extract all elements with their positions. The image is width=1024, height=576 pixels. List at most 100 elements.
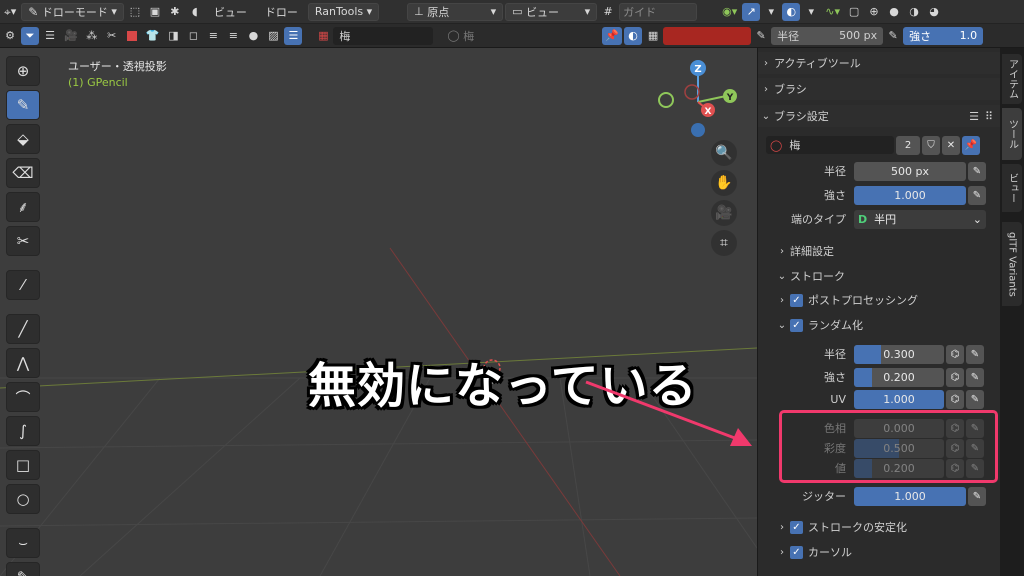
overlay-dropdown[interactable]: ▾ — [802, 3, 820, 21]
gear-icon[interactable]: ⚙ — [1, 27, 19, 45]
select-box-icon[interactable]: ⬚ — [126, 3, 144, 21]
material-field[interactable]: ◯ 梅 — [441, 27, 601, 45]
stabilize-checkbox[interactable]: ✓ — [790, 520, 803, 534]
rand-radius-field[interactable]: 0.300 — [854, 344, 944, 364]
radius-field[interactable]: 500 px — [854, 161, 966, 181]
circle-tool-icon[interactable]: ○ — [6, 484, 40, 514]
camera-icon[interactable]: 🎥 — [61, 27, 81, 45]
editor-type-button[interactable]: ⌖ ▾ — [1, 3, 19, 21]
view-select[interactable]: ▭ ビュー ▾ — [505, 2, 598, 21]
close-icon[interactable]: ✕ — [942, 135, 960, 155]
shirt-icon[interactable]: 👕 — [143, 27, 163, 45]
curve-icon[interactable]: ◖ — [186, 3, 204, 21]
list-icon[interactable]: ☰ — [41, 27, 59, 45]
uv-field[interactable]: 1.000 — [854, 389, 944, 409]
pressure-icon[interactable]: ✎ — [966, 344, 984, 364]
eyedropper-tool-icon[interactable]: ⁄ — [6, 270, 40, 300]
filter-icon[interactable]: ⏷ — [21, 26, 39, 45]
list-icon[interactable]: ☰ — [969, 110, 979, 123]
cutter-tool-icon[interactable]: ✂ — [6, 226, 40, 256]
cursor-tool-icon[interactable]: ⊕ — [6, 56, 40, 86]
color-square-icon[interactable] — [123, 27, 141, 45]
section-randomize[interactable]: ⌄ ✓ ランダム化 — [758, 314, 1000, 336]
camera-view-icon[interactable]: 🎥 — [711, 200, 737, 226]
jitter-field[interactable]: 1.000 — [854, 486, 966, 506]
fill-tool-icon[interactable]: ⬙ — [6, 124, 40, 154]
checker-icon[interactable]: ▦ — [644, 27, 662, 45]
brush-preview-icon[interactable]: ▦ — [314, 27, 332, 45]
hand-pan-icon[interactable]: ✋ — [711, 170, 737, 196]
polyline-tool-icon[interactable]: ⋀ — [6, 348, 40, 378]
curve-icon[interactable]: ⌬ — [946, 367, 964, 387]
scissors-icon[interactable]: ✂ — [103, 27, 121, 45]
material-shading-icon[interactable]: ◑ — [905, 3, 923, 21]
pin-icon[interactable]: 📌 — [962, 135, 980, 155]
line-tool-icon[interactable]: ╱ — [6, 314, 40, 344]
strength-field[interactable]: 強さ 1.0 — [903, 26, 984, 45]
box-tool-icon[interactable]: □ — [6, 450, 40, 480]
fake-user-icon[interactable]: ⛉ — [922, 135, 940, 155]
brush-name-field[interactable]: 梅 — [333, 26, 434, 45]
image-icon[interactable]: ▣ — [146, 3, 164, 21]
gpencil-overlay-icon[interactable]: ∿▾ — [822, 3, 843, 21]
tab-view[interactable]: ビュー — [1002, 164, 1022, 212]
curve-tool-icon[interactable]: ∫ — [6, 416, 40, 446]
drag-handle-icon[interactable]: ⠿ — [985, 110, 993, 123]
picture-icon[interactable]: ▨ — [264, 27, 282, 45]
curve-icon[interactable]: ⌬ — [946, 389, 964, 409]
pressure-icon[interactable]: ✎ — [968, 486, 986, 506]
visibility-icon[interactable]: ◉▾ — [719, 3, 740, 21]
color-mode-icon[interactable]: ◐ — [624, 26, 643, 45]
section-stroke[interactable]: ⌄ ストローク — [758, 265, 1000, 287]
erase-tool-icon[interactable]: ⌫ — [6, 158, 40, 188]
color-swatch[interactable] — [663, 26, 752, 45]
overlay-toggle-icon[interactable]: ◐ — [782, 2, 801, 21]
3d-viewport[interactable]: ユーザー・透視投影 (1) GPencil ⊕ ✎ ⬙ ⌫ ⸙ ✂ ⁄ ╱ ⋀ … — [0, 48, 757, 576]
lines2-icon[interactable]: ≡ — [224, 27, 242, 45]
origin-select[interactable]: ⊥ 原点 ▾ — [407, 2, 504, 21]
zoom-icon[interactable]: 🔍 — [711, 140, 737, 166]
lines-icon[interactable]: ≡ — [204, 27, 222, 45]
solid-shading-icon[interactable]: ● — [885, 3, 903, 21]
multiframe-icon[interactable]: ✱ — [166, 3, 184, 21]
section-active-tool[interactable]: › アクティブツール — [758, 52, 1000, 74]
pressure-icon[interactable]: ✎ — [968, 185, 986, 205]
tint-tool-icon[interactable]: ⸙ — [6, 192, 40, 222]
guide-field[interactable]: ガイド — [619, 2, 698, 21]
mode-select[interactable]: ✎ ドローモード ▾ — [21, 2, 124, 21]
pin-icon[interactable]: 📌 — [602, 26, 623, 45]
randomize-checkbox[interactable]: ✓ — [790, 318, 803, 332]
draw-tool-icon[interactable]: ✎ — [6, 90, 40, 120]
square-icon[interactable]: ◻ — [184, 27, 202, 45]
addon-menu[interactable]: RanTools ▾ — [307, 2, 380, 21]
curve-icon[interactable]: ⌬ — [946, 344, 964, 364]
pressure-icon[interactable]: ✎ — [966, 389, 984, 409]
draw-menu[interactable]: ドロー — [257, 3, 306, 21]
tab-tool[interactable]: ツール — [1002, 108, 1022, 160]
view-menu[interactable]: ビュー — [206, 3, 255, 21]
grid-icon[interactable]: # — [599, 3, 617, 21]
rand-strength-field[interactable]: 0.200 — [854, 367, 944, 387]
extra-tool-icon[interactable]: ✎ — [6, 562, 40, 576]
cap-type-select[interactable]: D 半円 ⌄ — [854, 209, 986, 229]
arc-tool-icon[interactable]: ⌒ — [6, 382, 40, 412]
sphere-icon[interactable]: ● — [244, 27, 262, 45]
gizmo-dropdown[interactable]: ▾ — [762, 3, 780, 21]
radius-field[interactable]: 半径 500 px — [771, 26, 884, 45]
interpolate-tool-icon[interactable]: ⌣ — [6, 528, 40, 558]
pressure-icon[interactable]: ✎ — [966, 367, 984, 387]
wireframe-shading-icon[interactable]: ⊕ — [865, 3, 883, 21]
strength-field[interactable]: 1.000 — [854, 185, 966, 205]
section-cursor[interactable]: › ✓ カーソル — [758, 541, 1000, 563]
stack-icon[interactable]: ◨ — [164, 27, 182, 45]
brush-slot-field[interactable]: ◯ 梅 — [766, 136, 894, 154]
axis-gizmo[interactable]: Z Y X — [652, 58, 744, 142]
section-brush[interactable]: › ブラシ — [758, 78, 1000, 100]
menu-icon[interactable]: ☰ — [284, 26, 303, 45]
section-advanced[interactable]: › 詳細設定 — [758, 240, 1000, 262]
section-stabilize[interactable]: › ✓ ストロークの安定化 — [758, 516, 1000, 538]
post-processing-checkbox[interactable]: ✓ — [790, 293, 803, 307]
cursor-checkbox[interactable]: ✓ — [790, 545, 803, 559]
eyedropper-icon[interactable]: ✎ — [752, 27, 770, 45]
particles-icon[interactable]: ⁂ — [83, 27, 101, 45]
